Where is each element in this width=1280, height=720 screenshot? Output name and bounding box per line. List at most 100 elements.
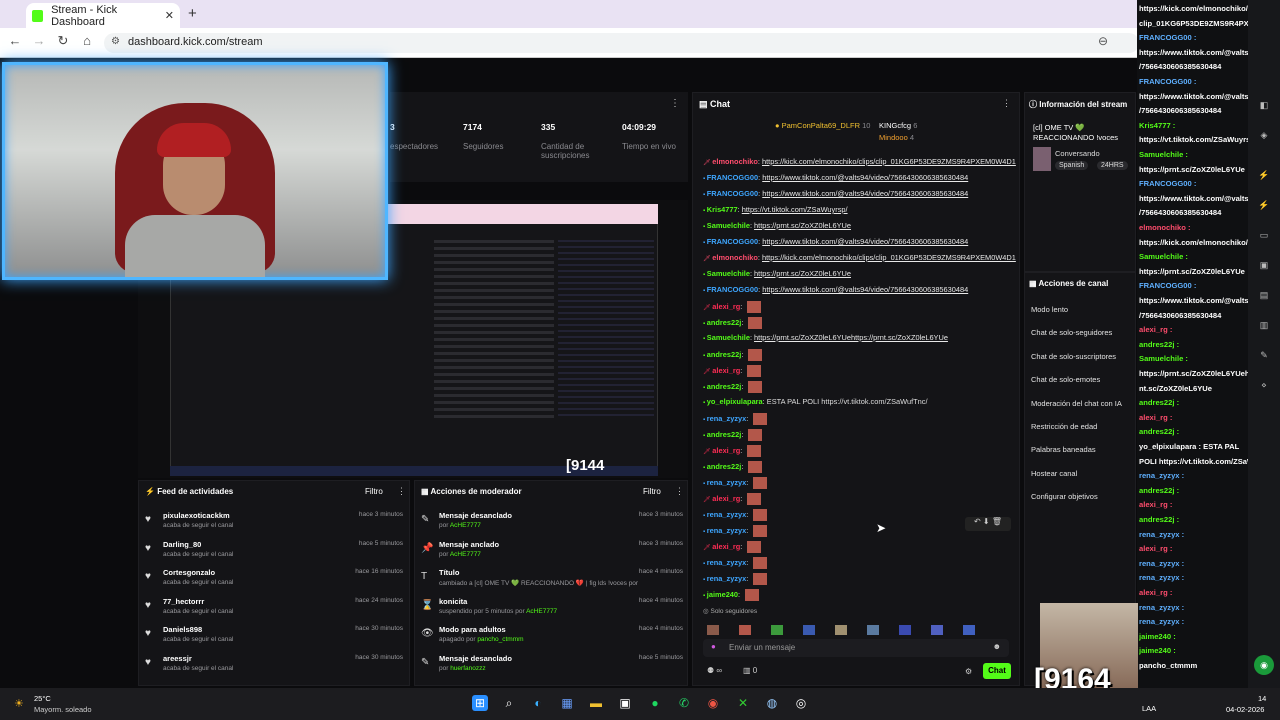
chat-message[interactable]: 🗡 alexi_rg: bbox=[703, 445, 1019, 457]
search-icon[interactable]: ⌕ bbox=[501, 695, 517, 711]
sidebar-tool-4-icon[interactable]: ⚡ bbox=[1256, 200, 1272, 214]
chat-username[interactable]: alexi_rg bbox=[712, 366, 740, 375]
chat-username[interactable]: yo_elpixulapara bbox=[707, 397, 763, 406]
chat-hover-tools[interactable]: ↶ ⬇ 🗑 bbox=[965, 517, 1011, 531]
chat-username[interactable]: jaime240 bbox=[707, 590, 738, 599]
mod-action-item[interactable]: ✎ Mensaje desanclado por AcHE7777 hace 3 mi… bbox=[421, 511, 683, 535]
chrome-icon[interactable]: ◉ bbox=[705, 695, 721, 711]
chat-username[interactable]: FRANCOGG00 bbox=[707, 285, 758, 294]
edge-icon[interactable]: ◐ bbox=[530, 695, 546, 711]
new-tab-button[interactable]: + bbox=[188, 5, 197, 22]
chat-username[interactable]: rena_zyzyx bbox=[707, 414, 746, 423]
feed-item[interactable]: ♥ pixulaexoticackkm acaba de seguir el can… bbox=[145, 511, 403, 535]
chat-username[interactable]: andres22j bbox=[707, 350, 742, 359]
weather-temp[interactable]: 25°C bbox=[34, 694, 51, 703]
chat-message[interactable]: ▪ FRANCOGG00: https://www.tiktok.com/@va… bbox=[703, 285, 1019, 294]
feed-item[interactable]: ♥ Darling_80 acaba de seguir el canal hace … bbox=[145, 540, 403, 564]
mod-action-user[interactable]: huerfanozzz bbox=[450, 665, 485, 672]
feed-item-name[interactable]: Darling_80 bbox=[163, 540, 201, 549]
whatsapp-icon[interactable]: ✆ bbox=[676, 695, 692, 711]
chat-message[interactable]: ▪ rena_zyzyx: bbox=[703, 573, 1019, 585]
feed-item[interactable]: ♥ areessjr acaba de seguir el canal hace 30… bbox=[145, 654, 403, 678]
top-user-1[interactable]: ● PamConPalta69_DLFR 10 bbox=[775, 121, 870, 130]
mod-action-user[interactable]: AcHE7777 bbox=[450, 551, 481, 558]
chat-options-icon[interactable]: ⋮ bbox=[1002, 98, 1011, 109]
channel-action-item[interactable]: Chat de solo-seguidores bbox=[1031, 328, 1112, 337]
sidebar-tool-6-icon[interactable]: ▣ bbox=[1256, 260, 1272, 274]
mod-action-item[interactable]: ⌛ konicita suspendido por 5 minutos por Ac… bbox=[421, 597, 683, 621]
chat-message[interactable]: ▪ FRANCOGG00: https://www.tiktok.com/@va… bbox=[703, 237, 1019, 246]
feed-item[interactable]: ♥ 77_hectorrr acaba de seguir el canal hace… bbox=[145, 597, 403, 621]
close-tab-icon[interactable]: ✕ bbox=[165, 9, 174, 22]
chat-message[interactable]: ▪ jaime240: bbox=[703, 589, 1019, 601]
tag-24hrs[interactable]: 24HRS bbox=[1097, 161, 1128, 170]
sidebar-tool-2-icon[interactable]: ◈ bbox=[1256, 130, 1272, 144]
chat-text[interactable]: https://www.tiktok.com/@valts94/video/75… bbox=[762, 189, 968, 198]
emote-bar[interactable] bbox=[707, 621, 1017, 639]
chat-username[interactable]: Kris4777 bbox=[707, 205, 738, 214]
mod-action-item[interactable]: T Título cambiado a [cl] OME TV 💚 REACCION… bbox=[421, 568, 683, 592]
mod-action-user[interactable]: pancho_ctmmm bbox=[477, 636, 523, 643]
chat-message[interactable]: 🗡 elmonochiko: https://kick.com/elmonoch… bbox=[703, 157, 1019, 166]
channel-action-item[interactable]: Hostear canal bbox=[1031, 469, 1077, 478]
chat-message[interactable]: ▪ andres22j: bbox=[703, 317, 1019, 329]
channel-action-item[interactable]: Palabras baneadas bbox=[1031, 445, 1096, 454]
chat-text[interactable]: https://prnt.sc/ZoXZ0leL6YUe bbox=[754, 269, 851, 278]
chat-message[interactable]: ▪ Samuelchile: https://prnt.sc/ZoXZ0leL6… bbox=[703, 221, 1019, 230]
chat-username[interactable]: andres22j bbox=[707, 382, 742, 391]
sidebar-tool-1-icon[interactable]: ◧ bbox=[1256, 100, 1272, 114]
chat-text[interactable]: https://prnt.sc/ZoXZ0leL6YUe bbox=[754, 221, 851, 230]
mod-action-item[interactable]: ✎ Mensaje desanclado por huerfanozzz hace 5… bbox=[421, 654, 683, 678]
users-icon[interactable]: ⚉ ∞ bbox=[707, 666, 722, 675]
chat-username[interactable]: FRANCOGG00 bbox=[707, 173, 758, 182]
settings-icon[interactable]: ⚙ bbox=[965, 667, 972, 676]
chat-text[interactable]: https://prnt.sc/ZoXZ0leL6YUehttps://prnt… bbox=[754, 333, 948, 342]
channel-action-item[interactable]: Restricción de edad bbox=[1031, 422, 1097, 431]
chat-message[interactable]: 🗡 alexi_rg: bbox=[703, 493, 1019, 505]
forward-icon[interactable]: → bbox=[30, 33, 48, 48]
send-chat-button[interactable]: Chat bbox=[983, 663, 1011, 679]
chat-username[interactable]: Samuelchile bbox=[707, 221, 750, 230]
chat-text[interactable]: https://www.tiktok.com/@valts94/video/75… bbox=[762, 285, 968, 294]
chat-text[interactable]: https://kick.com/elmonochiko/clips/clip_… bbox=[762, 157, 1016, 166]
weather-desc[interactable]: Mayorm. soleado bbox=[34, 705, 92, 714]
browser-tab[interactable]: Stream - Kick Dashboard ✕ bbox=[26, 3, 180, 28]
channel-action-item[interactable]: Chat de solo-emotes bbox=[1031, 375, 1100, 384]
chat-message[interactable]: ▪ andres22j: bbox=[703, 381, 1019, 393]
chat-username[interactable]: rena_zyzyx bbox=[707, 510, 746, 519]
chat-message[interactable]: ▪ rena_zyzyx: bbox=[703, 413, 1019, 425]
mod-options-icon[interactable]: ⋮ bbox=[675, 486, 684, 497]
chat-text[interactable]: https://kick.com/elmonochiko/clips/clip_… bbox=[762, 253, 1016, 262]
sidebar-tool-8-icon[interactable]: ▥ bbox=[1256, 320, 1272, 334]
chat-text[interactable]: https://www.tiktok.com/@valts94/video/75… bbox=[762, 237, 968, 246]
chat-username[interactable]: rena_zyzyx bbox=[707, 574, 746, 583]
chat-username[interactable]: andres22j bbox=[707, 318, 742, 327]
feed-filter-button[interactable]: Filtro bbox=[365, 487, 383, 496]
feed-item-name[interactable]: 77_hectorrr bbox=[163, 597, 204, 606]
chat-username[interactable]: elmonochiko bbox=[712, 157, 758, 166]
feed-item-name[interactable]: pixulaexoticackkm bbox=[163, 511, 230, 520]
channel-action-item[interactable]: Modo lento bbox=[1031, 305, 1068, 314]
feed-item[interactable]: ♥ Cortesgonzalo acaba de seguir el canal ha… bbox=[145, 568, 403, 592]
chat-message[interactable]: 🗡 alexi_rg: bbox=[703, 541, 1019, 553]
site-info-icon[interactable]: ⚙ bbox=[111, 36, 120, 47]
channel-action-item[interactable]: Moderación del chat con IA bbox=[1031, 399, 1122, 408]
mod-filter-button[interactable]: Filtro bbox=[643, 487, 661, 496]
feed-item-name[interactable]: Daniels898 bbox=[163, 625, 202, 634]
feed-item[interactable]: ♥ Daniels898 acaba de seguir el canal hace … bbox=[145, 625, 403, 649]
sidebar-tool-5-icon[interactable]: ▭ bbox=[1256, 230, 1272, 244]
clock-date[interactable]: 04-02-2026 bbox=[1226, 705, 1264, 714]
home-icon[interactable]: ⌂ bbox=[78, 33, 96, 48]
chat-username[interactable]: rena_zyzyx bbox=[707, 558, 746, 567]
mod-action-item[interactable]: 👁 Modo para adultos apagado por pancho_ctm… bbox=[421, 625, 683, 649]
chat-text[interactable]: https://www.tiktok.com/@valts94/video/75… bbox=[762, 173, 968, 182]
top-user-2[interactable]: KINGcfcg 6 bbox=[879, 121, 917, 130]
clock-time[interactable]: 14 bbox=[1258, 694, 1266, 703]
channel-action-item[interactable]: Chat de solo-suscriptores bbox=[1031, 352, 1116, 361]
chat-message[interactable]: ▪ Samuelchile: https://prnt.sc/ZoXZ0leL6… bbox=[703, 333, 1019, 342]
chat-username[interactable]: Samuelchile bbox=[707, 333, 750, 342]
channel-action-item[interactable]: Configurar objetivos bbox=[1031, 492, 1098, 501]
chat-message[interactable]: ▪ FRANCOGG00: https://www.tiktok.com/@va… bbox=[703, 189, 1019, 198]
chat-username[interactable]: rena_zyzyx bbox=[707, 478, 746, 487]
sidebar-tool-10-icon[interactable]: ⋄ bbox=[1256, 380, 1272, 394]
